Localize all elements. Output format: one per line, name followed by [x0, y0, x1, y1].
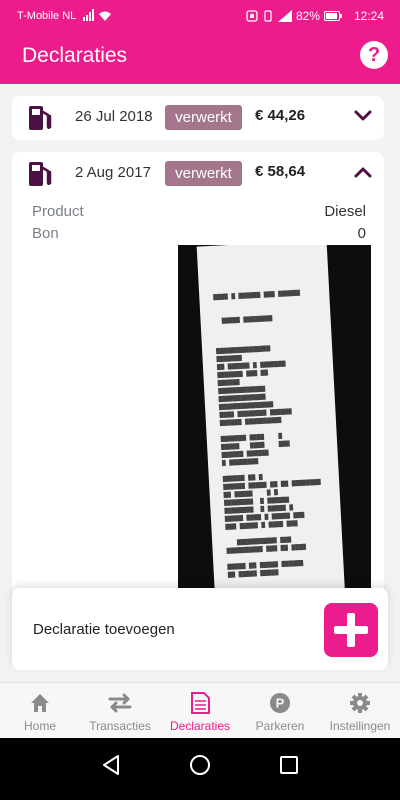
receipt-photo[interactable]: ▇▇▇▇ ▇ ▇▇▇▇▇▇ ▇▇▇ ▇▇▇▇▇▇ ▇▇▇▇▇ ▇▇▇▇▇▇▇▇ … [178, 245, 371, 592]
swap-arrows-icon [108, 693, 132, 713]
notification-icon [246, 10, 258, 22]
system-navigation-bar [0, 738, 400, 800]
svg-text:P: P [276, 696, 285, 711]
plus-icon-vertical [347, 613, 355, 647]
nav-label: Parkeren [255, 719, 305, 733]
declaration-date: 26 Jul 2018 [75, 108, 153, 125]
nav-label: Transacties [89, 719, 151, 733]
add-declaration-label: Declaratie toevoegen [33, 621, 175, 638]
signal-bars-icon [277, 10, 292, 22]
help-button[interactable]: ? [360, 41, 388, 69]
nav-instellingen[interactable]: Instellingen [320, 683, 400, 739]
app-bar: Declaraties ? [0, 32, 400, 84]
add-declaration-button[interactable] [324, 603, 378, 657]
status-bar: T-Mobile NL 82% 12:24 [0, 0, 400, 32]
home-circle-icon[interactable] [189, 754, 211, 776]
bottom-navigation: Home Transacties Declaraties P Parkeren [0, 682, 400, 738]
battery-level: 82% [295, 9, 320, 23]
page-title: Declaraties [22, 44, 128, 67]
status-badge: verwerkt [165, 105, 242, 130]
receipt-paper: ▇▇▇▇ ▇ ▇▇▇▇▇▇ ▇▇▇ ▇▇▇▇▇▇ ▇▇▇▇▇ ▇▇▇▇▇▇▇▇ … [196, 245, 346, 592]
declaration-amount: € 44,26 [255, 107, 306, 124]
status-badge: verwerkt [165, 161, 242, 186]
nav-transacties[interactable]: Transacties [80, 683, 160, 739]
nav-label: Home [23, 719, 56, 733]
signal-icon [83, 9, 111, 21]
nav-parkeren[interactable]: P Parkeren [240, 683, 320, 739]
document-icon [191, 692, 210, 714]
vibrate-icon [264, 10, 272, 22]
bon-label: Bon [32, 225, 59, 242]
parking-icon: P [270, 693, 290, 713]
carrier-name: T-Mobile NL [17, 10, 77, 22]
nav-home[interactable]: Home [0, 683, 80, 739]
declaration-date: 2 Aug 2017 [75, 164, 151, 181]
declaration-header[interactable]: 26 Jul 2018 verwerkt € 44,26 [12, 96, 384, 140]
gear-icon [350, 693, 370, 713]
declaration-card[interactable]: 26 Jul 2018 verwerkt € 44,26 [12, 96, 384, 140]
nav-declaraties[interactable]: Declaraties [160, 683, 240, 739]
add-declaration-card[interactable]: Declaratie toevoegen [12, 588, 388, 670]
declaration-amount: € 58,64 [255, 163, 306, 180]
bon-value: 0 [357, 225, 366, 242]
nav-label: Instellingen [329, 719, 391, 733]
product-label: Product [32, 203, 84, 220]
nav-label: Declaraties [169, 719, 231, 733]
home-icon [31, 694, 49, 712]
clock: 12:24 [353, 9, 384, 23]
declaration-header[interactable]: 2 Aug 2017 verwerkt € 58,64 [12, 152, 384, 196]
status-right: 82% 12:24 [246, 9, 384, 23]
chevron-down-icon[interactable] [354, 110, 372, 122]
recents-icon[interactable] [279, 754, 299, 776]
fuel-pump-icon [29, 106, 52, 130]
chevron-up-icon[interactable] [354, 166, 372, 178]
declaration-card[interactable]: 2 Aug 2017 verwerkt € 58,64 Product Dies… [12, 152, 384, 592]
battery-icon [323, 11, 342, 21]
product-value: Diesel [324, 203, 366, 220]
back-icon[interactable] [101, 754, 121, 776]
fuel-pump-icon [29, 162, 52, 186]
